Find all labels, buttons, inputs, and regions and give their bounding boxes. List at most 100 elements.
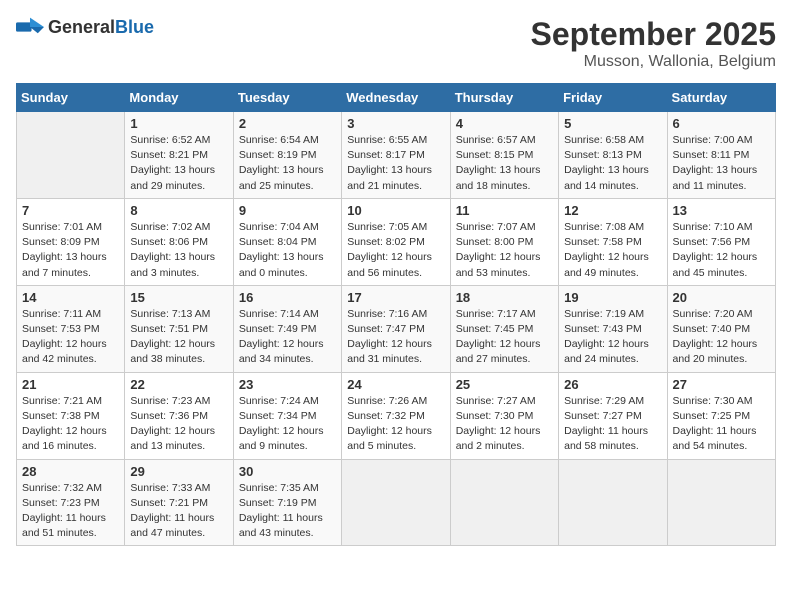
- logo-icon: [16, 16, 44, 38]
- day-info: Sunrise: 7:14 AMSunset: 7:49 PMDaylight:…: [239, 307, 336, 368]
- day-number: 5: [564, 116, 661, 131]
- day-number: 21: [22, 377, 119, 392]
- month-title: September 2025: [531, 16, 776, 53]
- day-cell: 7 Sunrise: 7:01 AMSunset: 8:09 PMDaylight…: [17, 198, 125, 285]
- day-info: Sunrise: 7:07 AMSunset: 8:00 PMDaylight:…: [456, 220, 553, 281]
- day-cell: 16 Sunrise: 7:14 AMSunset: 7:49 PMDayligh…: [233, 285, 341, 372]
- day-number: 27: [673, 377, 770, 392]
- day-cell: 24 Sunrise: 7:26 AMSunset: 7:32 PMDayligh…: [342, 372, 450, 459]
- day-number: 3: [347, 116, 444, 131]
- day-info: Sunrise: 6:52 AMSunset: 8:21 PMDaylight:…: [130, 133, 227, 194]
- day-cell: 27 Sunrise: 7:30 AMSunset: 7:25 PMDayligh…: [667, 372, 775, 459]
- day-cell: 11 Sunrise: 7:07 AMSunset: 8:00 PMDayligh…: [450, 198, 558, 285]
- header-tuesday: Tuesday: [233, 84, 341, 112]
- day-cell: 13 Sunrise: 7:10 AMSunset: 7:56 PMDayligh…: [667, 198, 775, 285]
- header: GeneralBlue September 2025 Musson, Wallo…: [16, 16, 776, 71]
- week-row: 7 Sunrise: 7:01 AMSunset: 8:09 PMDaylight…: [17, 198, 776, 285]
- day-number: 25: [456, 377, 553, 392]
- day-number: 16: [239, 290, 336, 305]
- day-info: Sunrise: 7:20 AMSunset: 7:40 PMDaylight:…: [673, 307, 770, 368]
- day-number: 7: [22, 203, 119, 218]
- day-info: Sunrise: 7:11 AMSunset: 7:53 PMDaylight:…: [22, 307, 119, 368]
- day-number: 22: [130, 377, 227, 392]
- day-cell: [450, 459, 558, 546]
- day-cell: 22Sunrise: 7:23 AMSunset: 7:36 PMDayligh…: [125, 372, 233, 459]
- day-info: Sunrise: 7:32 AMSunset: 7:23 PMDaylight:…: [22, 481, 119, 542]
- day-number: 2: [239, 116, 336, 131]
- day-info: Sunrise: 7:21 AMSunset: 7:38 PMDaylight:…: [22, 394, 119, 455]
- day-info: Sunrise: 6:57 AMSunset: 8:15 PMDaylight:…: [456, 133, 553, 194]
- day-info: Sunrise: 7:05 AMSunset: 8:02 PMDaylight:…: [347, 220, 444, 281]
- day-number: 20: [673, 290, 770, 305]
- day-cell: 20 Sunrise: 7:20 AMSunset: 7:40 PMDayligh…: [667, 285, 775, 372]
- day-number: 26: [564, 377, 661, 392]
- day-info: Sunrise: 7:27 AMSunset: 7:30 PMDaylight:…: [456, 394, 553, 455]
- day-info: Sunrise: 7:04 AMSunset: 8:04 PMDaylight:…: [239, 220, 336, 281]
- day-info: Sunrise: 7:16 AMSunset: 7:47 PMDaylight:…: [347, 307, 444, 368]
- day-number: 18: [456, 290, 553, 305]
- header-monday: Monday: [125, 84, 233, 112]
- day-info: Sunrise: 7:35 AMSunset: 7:19 PMDaylight:…: [239, 481, 336, 542]
- day-number: 29: [130, 464, 227, 479]
- day-cell: 10Sunrise: 7:05 AMSunset: 8:02 PMDayligh…: [342, 198, 450, 285]
- day-number: 9: [239, 203, 336, 218]
- header-saturday: Saturday: [667, 84, 775, 112]
- day-info: Sunrise: 7:08 AMSunset: 7:58 PMDaylight:…: [564, 220, 661, 281]
- day-cell: 8 Sunrise: 7:02 AMSunset: 8:06 PMDaylight…: [125, 198, 233, 285]
- day-cell: 12Sunrise: 7:08 AMSunset: 7:58 PMDayligh…: [559, 198, 667, 285]
- day-info: Sunrise: 7:10 AMSunset: 7:56 PMDaylight:…: [673, 220, 770, 281]
- day-number: 8: [130, 203, 227, 218]
- day-cell: [342, 459, 450, 546]
- header-sunday: Sunday: [17, 84, 125, 112]
- day-cell: 17 Sunrise: 7:16 AMSunset: 7:47 PMDayligh…: [342, 285, 450, 372]
- day-number: 28: [22, 464, 119, 479]
- day-info: Sunrise: 7:00 AMSunset: 8:11 PMDaylight:…: [673, 133, 770, 194]
- day-number: 11: [456, 203, 553, 218]
- day-info: Sunrise: 7:13 AMSunset: 7:51 PMDaylight:…: [130, 307, 227, 368]
- day-info: Sunrise: 6:54 AMSunset: 8:19 PMDaylight:…: [239, 133, 336, 194]
- calendar-header-row: SundayMondayTuesdayWednesdayThursdayFrid…: [17, 84, 776, 112]
- day-number: 30: [239, 464, 336, 479]
- calendar-table: SundayMondayTuesdayWednesdayThursdayFrid…: [16, 83, 776, 546]
- day-info: Sunrise: 6:55 AMSunset: 8:17 PMDaylight:…: [347, 133, 444, 194]
- logo: GeneralBlue: [16, 16, 154, 38]
- header-wednesday: Wednesday: [342, 84, 450, 112]
- day-info: Sunrise: 7:19 AMSunset: 7:43 PMDaylight:…: [564, 307, 661, 368]
- day-info: Sunrise: 7:26 AMSunset: 7:32 PMDaylight:…: [347, 394, 444, 455]
- day-info: Sunrise: 6:58 AMSunset: 8:13 PMDaylight:…: [564, 133, 661, 194]
- day-cell: 25 Sunrise: 7:27 AMSunset: 7:30 PMDayligh…: [450, 372, 558, 459]
- day-number: 4: [456, 116, 553, 131]
- day-cell: 23 Sunrise: 7:24 AMSunset: 7:34 PMDayligh…: [233, 372, 341, 459]
- day-cell: 18Sunrise: 7:17 AMSunset: 7:45 PMDayligh…: [450, 285, 558, 372]
- title-area: September 2025 Musson, Wallonia, Belgium: [531, 16, 776, 71]
- header-thursday: Thursday: [450, 84, 558, 112]
- day-info: Sunrise: 7:01 AMSunset: 8:09 PMDaylight:…: [22, 220, 119, 281]
- day-number: 13: [673, 203, 770, 218]
- day-info: Sunrise: 7:29 AMSunset: 7:27 PMDaylight:…: [564, 394, 661, 455]
- week-row: 1 Sunrise: 6:52 AMSunset: 8:21 PMDaylight…: [17, 112, 776, 199]
- day-number: 14: [22, 290, 119, 305]
- day-number: 24: [347, 377, 444, 392]
- day-number: 15: [130, 290, 227, 305]
- day-cell: 6Sunrise: 7:00 AMSunset: 8:11 PMDaylight…: [667, 112, 775, 199]
- header-friday: Friday: [559, 84, 667, 112]
- day-cell: 4 Sunrise: 6:57 AMSunset: 8:15 PMDaylight…: [450, 112, 558, 199]
- day-cell: 26 Sunrise: 7:29 AMSunset: 7:27 PMDayligh…: [559, 372, 667, 459]
- location-subtitle: Musson, Wallonia, Belgium: [531, 53, 776, 71]
- logo-blue: Blue: [115, 17, 154, 37]
- day-cell: 1 Sunrise: 6:52 AMSunset: 8:21 PMDaylight…: [125, 112, 233, 199]
- logo-general: General: [48, 17, 115, 37]
- day-number: 23: [239, 377, 336, 392]
- day-number: 17: [347, 290, 444, 305]
- day-cell: 3 Sunrise: 6:55 AMSunset: 8:17 PMDaylight…: [342, 112, 450, 199]
- day-cell: 29Sunrise: 7:33 AMSunset: 7:21 PMDayligh…: [125, 459, 233, 546]
- week-row: 14 Sunrise: 7:11 AMSunset: 7:53 PMDayligh…: [17, 285, 776, 372]
- day-cell: 9 Sunrise: 7:04 AMSunset: 8:04 PMDaylight…: [233, 198, 341, 285]
- day-info: Sunrise: 7:24 AMSunset: 7:34 PMDaylight:…: [239, 394, 336, 455]
- day-cell: 14 Sunrise: 7:11 AMSunset: 7:53 PMDayligh…: [17, 285, 125, 372]
- day-info: Sunrise: 7:02 AMSunset: 8:06 PMDaylight:…: [130, 220, 227, 281]
- day-cell: 15 Sunrise: 7:13 AMSunset: 7:51 PMDayligh…: [125, 285, 233, 372]
- day-info: Sunrise: 7:30 AMSunset: 7:25 PMDaylight:…: [673, 394, 770, 455]
- week-row: 28 Sunrise: 7:32 AMSunset: 7:23 PMDayligh…: [17, 459, 776, 546]
- day-number: 1: [130, 116, 227, 131]
